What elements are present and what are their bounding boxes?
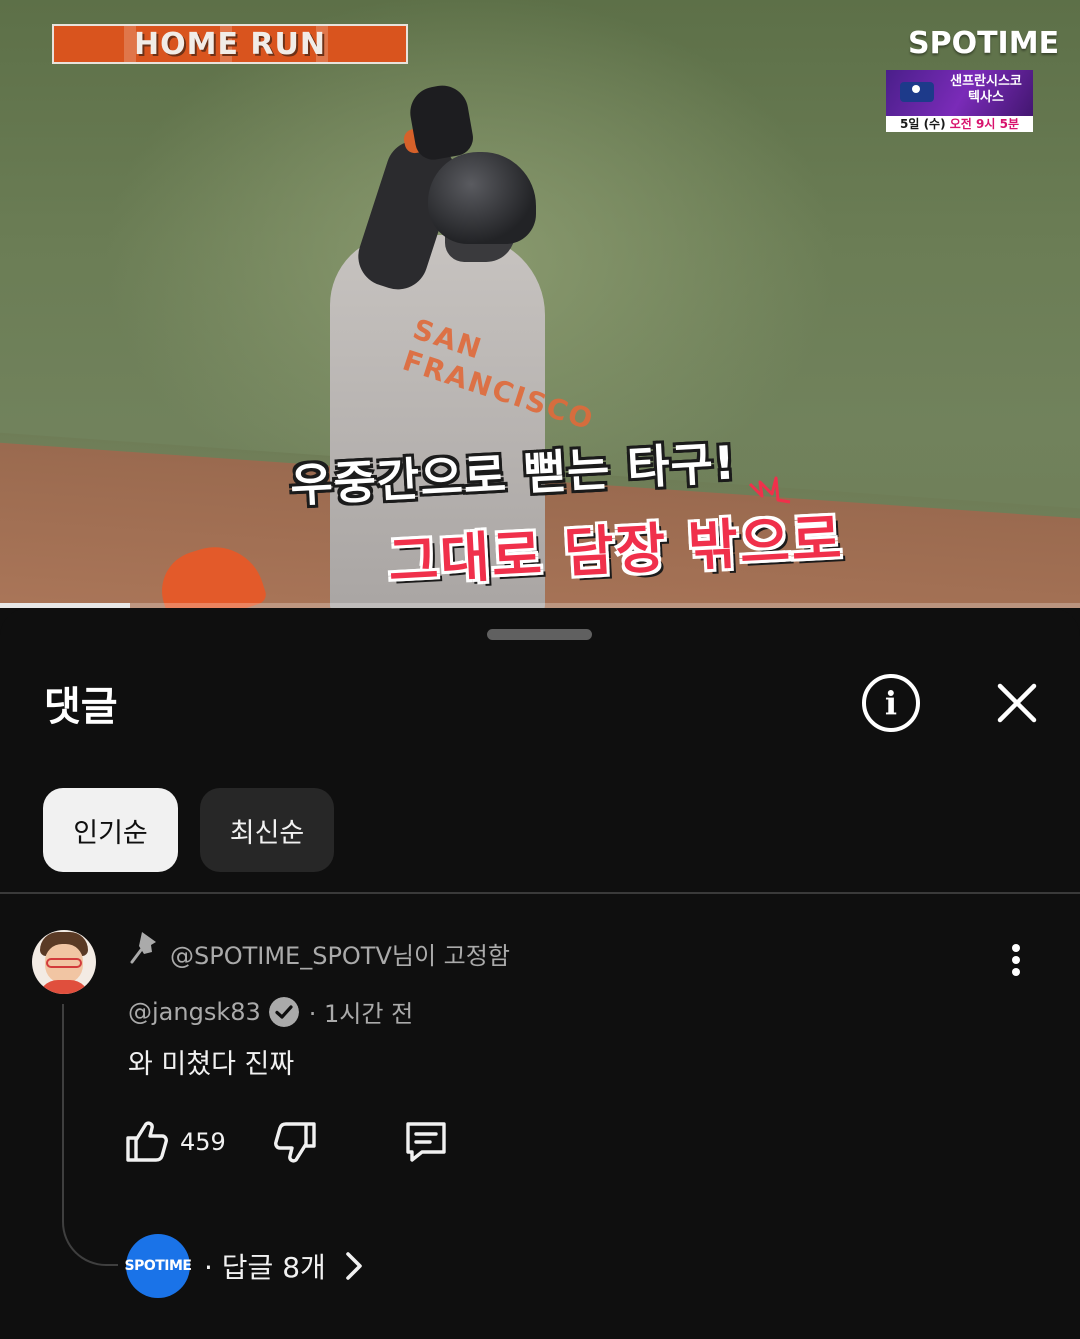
game-promo-badge: 샌프란시스코 텍사스 5일 (수) 오전 9시 5분 bbox=[886, 70, 1033, 132]
home-run-banner: HOME RUN bbox=[52, 24, 408, 64]
promo-date: 5일 (수) 오전 9시 5분 bbox=[886, 116, 1033, 132]
home-run-banner-text: HOME RUN bbox=[134, 26, 326, 62]
video-player[interactable]: SAN FRANCISCO HOME RUN SPOTIME 샌프란시스코 텍사… bbox=[0, 0, 1080, 608]
thumb-up-icon[interactable] bbox=[124, 1118, 170, 1164]
spark-icon bbox=[748, 476, 791, 504]
avatar-shirt bbox=[38, 980, 90, 994]
comments-title: 댓글 bbox=[44, 684, 118, 730]
info-button[interactable]: i bbox=[862, 674, 920, 732]
chevron-right-icon bbox=[345, 1252, 362, 1280]
avatar-glasses bbox=[46, 958, 82, 968]
replies-count-label: · 답글 8개 bbox=[204, 1251, 326, 1284]
more-vert-icon[interactable] bbox=[1000, 940, 1032, 980]
sort-chip-newest[interactable]: 최신순 bbox=[200, 788, 334, 872]
comment-meta: @jangsk83 · 1시간 전 bbox=[128, 994, 413, 1029]
pin-icon bbox=[130, 932, 156, 964]
comments-sheet: 댓글 i 인기순 최신순 @SPOTIME_SPOTV님이 고정함 @jangs… bbox=[0, 608, 1080, 1339]
reply-author-avatar-label: SPOTIME bbox=[124, 1258, 193, 1274]
broadcaster-logo: SPOTIME bbox=[908, 26, 1060, 61]
reply-icon[interactable] bbox=[402, 1118, 450, 1164]
pinned-by-label: @SPOTIME_SPOTV님이 고정함 bbox=[170, 942, 510, 970]
comment-text: 와 미쳤다 진짜 bbox=[128, 1049, 295, 1080]
comment-author[interactable]: @jangsk83 bbox=[128, 998, 261, 1026]
promo-team-2: 텍사스 bbox=[968, 90, 1004, 105]
thumb-down-icon[interactable] bbox=[270, 1120, 318, 1168]
player-helmet bbox=[428, 152, 536, 244]
info-icon: i bbox=[884, 684, 898, 722]
reply-thread-line bbox=[62, 1004, 118, 1266]
like-count: 459 bbox=[180, 1128, 226, 1156]
section-divider bbox=[0, 892, 1080, 894]
avatar[interactable] bbox=[32, 930, 96, 994]
promo-date-time: 오전 9시 5분 bbox=[949, 117, 1019, 131]
player-glove bbox=[406, 81, 476, 163]
mlb-logo-icon bbox=[900, 82, 934, 102]
sheet-drag-handle[interactable] bbox=[487, 629, 592, 640]
sort-chip-popular[interactable]: 인기순 bbox=[43, 788, 178, 872]
verified-icon bbox=[268, 996, 299, 1027]
reply-author-avatar: SPOTIME bbox=[124, 1234, 193, 1298]
promo-team-1: 샌프란시스코 bbox=[950, 74, 1022, 89]
promo-date-day: 5일 (수) bbox=[900, 117, 950, 131]
promo-teams: 샌프란시스코 텍사스 bbox=[942, 74, 1030, 106]
comment-timestamp: · 1시간 전 bbox=[308, 1000, 414, 1028]
view-replies-button[interactable]: SPOTIME · 답글 8개 bbox=[124, 1234, 364, 1298]
close-icon[interactable] bbox=[994, 680, 1040, 726]
